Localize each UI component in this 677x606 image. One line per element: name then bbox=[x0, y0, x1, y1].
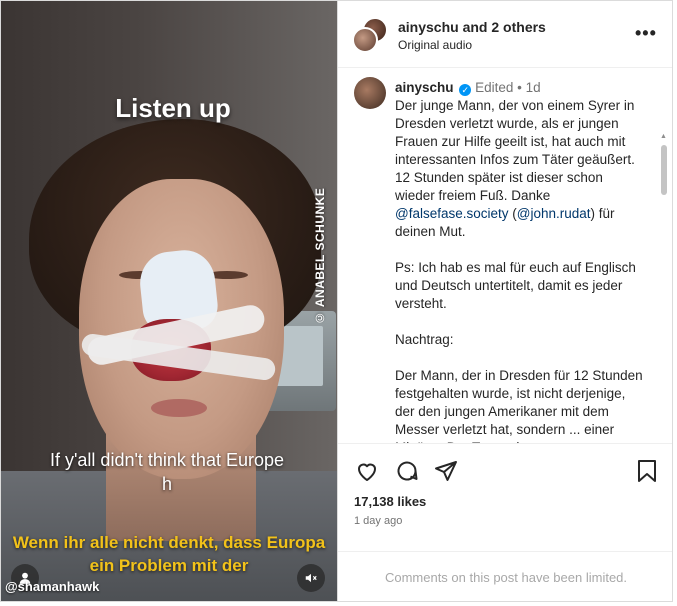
video-handle: @shamanhawk bbox=[5, 579, 100, 594]
header-username[interactable]: ainyschu bbox=[398, 19, 459, 35]
scroll-up-arrow-icon[interactable]: ▲ bbox=[660, 133, 667, 140]
post-header: ainyschu and 2 others Original audio ••• bbox=[338, 1, 672, 68]
caption-paragraph-1a: Der junge Mann, der von einem Syrer in D… bbox=[395, 98, 635, 203]
avatar[interactable] bbox=[354, 77, 386, 109]
comments-limited-notice: Comments on this post have been limited. bbox=[338, 551, 672, 601]
header-usernames[interactable]: ainyschu and 2 others bbox=[398, 19, 546, 35]
post-modal: Listen up © ANABEL SCHUNKE If y'all didn… bbox=[0, 0, 673, 602]
english-subtitle: If y'all didn't think that Europe h bbox=[17, 448, 317, 496]
comment-icon bbox=[397, 461, 418, 481]
more-options-icon[interactable]: ••• bbox=[635, 23, 657, 44]
verified-badge-icon: ✓ bbox=[459, 84, 472, 96]
like-button[interactable] bbox=[354, 458, 380, 484]
video-frame bbox=[1, 1, 337, 601]
mute-button[interactable] bbox=[297, 564, 325, 592]
mute-icon bbox=[305, 573, 317, 583]
caption-scroll-area[interactable]: ainyschu ✓ Edited • 1d Der junge Mann, d… bbox=[338, 67, 672, 443]
caption-age[interactable]: 1d bbox=[526, 80, 541, 95]
caption-paragraph-1b: ( bbox=[508, 206, 517, 221]
heart-icon bbox=[358, 463, 376, 481]
avatar bbox=[352, 27, 378, 53]
post-timestamp[interactable]: 1 day ago bbox=[354, 515, 402, 527]
post-actions: 17,138 likes 1 day ago bbox=[338, 443, 672, 550]
likes-count[interactable]: 17,138 likes bbox=[354, 494, 426, 509]
german-subtitle: Wenn ihr alle nicht denkt, dass Europa e… bbox=[12, 533, 326, 575]
caption-text: ainyschu ✓ Edited • 1d Der junge Mann, d… bbox=[395, 79, 645, 443]
reel-video[interactable]: Listen up © ANABEL SCHUNKE If y'all didn… bbox=[1, 1, 337, 601]
bookmark-icon bbox=[638, 460, 656, 482]
share-icon bbox=[435, 461, 457, 481]
caption-paragraph-4: Der Mann, der in Dresden für 12 Stunden … bbox=[395, 368, 643, 443]
meta-separator: • bbox=[517, 80, 522, 95]
caption-paragraph-2: Ps: Ich hab es mal für euch auf Englisch… bbox=[395, 260, 636, 311]
post-details-panel: ainyschu and 2 others Original audio •••… bbox=[337, 1, 672, 601]
mention-link[interactable]: @falsefase.society bbox=[395, 206, 509, 221]
save-button[interactable] bbox=[634, 458, 660, 484]
edited-label: Edited bbox=[475, 80, 514, 95]
caption-paragraph-3: Nachtrag: bbox=[395, 332, 454, 347]
audio-link[interactable]: Original audio bbox=[398, 38, 472, 52]
english-subtitle-line-1: If y'all didn't think that Europe bbox=[49, 450, 284, 470]
video-watermark: © ANABEL SCHUNKE bbox=[313, 187, 327, 325]
comment-button[interactable] bbox=[394, 458, 420, 484]
header-and-others[interactable]: and 2 others bbox=[463, 19, 546, 35]
collab-avatars[interactable] bbox=[352, 17, 388, 53]
english-subtitle-line-2: h bbox=[161, 474, 172, 494]
share-button[interactable] bbox=[433, 458, 459, 484]
scrollbar-thumb[interactable] bbox=[661, 145, 667, 195]
mention-link[interactable]: @john.rudat bbox=[517, 206, 591, 221]
caption-username[interactable]: ainyschu bbox=[395, 80, 454, 95]
video-overlay-title: Listen up bbox=[115, 93, 231, 123]
